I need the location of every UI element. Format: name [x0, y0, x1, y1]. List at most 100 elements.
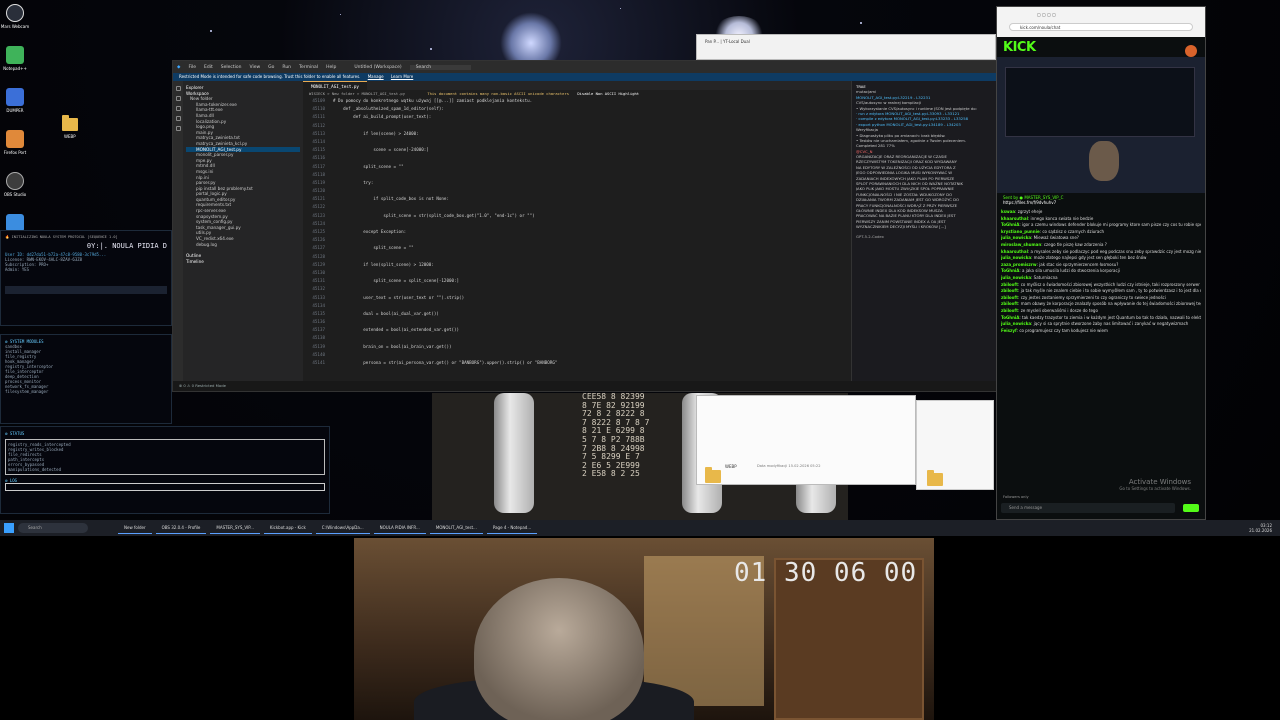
chat-username[interactable]: ToGhniA: [1001, 315, 1019, 320]
address-bar[interactable]: kick.com/noula/chat: [1009, 23, 1193, 31]
browser-tab[interactable]: Pan P... | YT-Local Dual: [705, 39, 750, 44]
taskbar-app-button[interactable]: C:\Windows\AppDa...: [315, 522, 370, 534]
code-line[interactable]: 45125 except Exception:: [303, 228, 851, 236]
menu-run[interactable]: Run: [282, 65, 291, 70]
code-line[interactable]: 45116: [303, 154, 851, 162]
file-tree-item[interactable]: debug.log: [186, 242, 300, 248]
chat-message[interactable]: Feiszyf: co programujesz czy tam kodujes…: [1001, 328, 1201, 333]
chat-message[interactable]: julia_nowicka: Saturniacna: [1001, 275, 1201, 280]
code-line[interactable]: 45120: [303, 187, 851, 195]
run-debug-icon[interactable]: [175, 116, 181, 121]
code-line[interactable]: 45112: [303, 122, 851, 130]
chat-username[interactable]: zbilooft: [1001, 288, 1018, 293]
chat-username[interactable]: khaarsuthal: [1001, 216, 1028, 221]
editor-tab[interactable]: MONOLIT_AGI_test.py: [303, 81, 367, 90]
chat-message[interactable]: zbilooft: czy jestes zostaniemy sprzymie…: [1001, 295, 1201, 300]
code-editor[interactable]: MONOLIT_AGI_test.py WISIECK > New folder…: [303, 81, 851, 381]
terminal-panel-bottom[interactable]: ⚙ STATUS registry_reads_intercepted regi…: [0, 426, 330, 514]
chat-username[interactable]: julia_nowicka: [1001, 275, 1031, 280]
chat-username[interactable]: julia_nowicka: [1001, 321, 1031, 326]
chat-message[interactable]: julia_nowicka: może zlatego najlepsi gdy…: [1001, 255, 1201, 260]
chat-username[interactable]: zbilooft: [1001, 301, 1018, 306]
folder-icon[interactable]: [705, 467, 721, 483]
file-explorer-window[interactable]: WEBP Data modyfikacji 15.02.2026 05:22: [696, 395, 916, 485]
taskbar-app-button[interactable]: Page 4 - Notepad...: [486, 522, 538, 534]
code-line[interactable]: 45124: [303, 220, 851, 228]
manage-link[interactable]: Manage: [368, 74, 384, 79]
chat-username[interactable]: ToGhniA: [1001, 268, 1019, 273]
code-line[interactable]: 45129 if len(split_scene) > 12000:: [303, 261, 851, 269]
chat-username[interactable]: julia_nowicka: [1001, 255, 1031, 260]
chat-message[interactable]: khaarsuthal: innego konca swiata nie bed…: [1001, 216, 1201, 221]
code-line[interactable]: 45118: [303, 171, 851, 179]
chat-username[interactable]: kswaa: [1001, 209, 1015, 214]
windows-start-icon[interactable]: [4, 523, 14, 533]
code-line[interactable]: 45128: [303, 253, 851, 261]
chat-message[interactable]: zbilooft: ze mysleli oberwaliśmi i dosze…: [1001, 308, 1201, 313]
desktop-icon[interactable]: OBS Studio: [2, 172, 28, 210]
taskbar-search[interactable]: Search: [18, 523, 88, 533]
code-line[interactable]: 45123 split_scene = str(split_code_box.g…: [303, 212, 851, 220]
taskbar-app-button[interactable]: MASTER_SYS_VIP...: [210, 522, 260, 534]
code-line[interactable]: 45127 split_scene = "": [303, 244, 851, 252]
chat-username[interactable]: julia_nowicka: [1001, 235, 1031, 240]
code-line[interactable]: 45122: [303, 203, 851, 211]
code-line[interactable]: 45135 dual = bool(ai_dual_var.get()): [303, 310, 851, 318]
secondary-window[interactable]: [916, 400, 994, 490]
background-browser-window[interactable]: Pan P... | YT-Local Dual: [696, 34, 996, 60]
taskbar-app-button[interactable]: Kickbot.app - Kick: [263, 522, 312, 534]
desktop-icon[interactable]: Mars Webcam: [1, 4, 29, 42]
chat-username[interactable]: Feiszyf: [1001, 328, 1017, 333]
terminal-log-bar[interactable]: [5, 483, 325, 491]
menu-terminal[interactable]: Terminal: [299, 65, 318, 70]
extensions-icon[interactable]: [175, 126, 181, 131]
code-line[interactable]: 45132: [303, 285, 851, 293]
chat-username[interactable]: krystiano_punnie: [1001, 229, 1040, 234]
chat-message[interactable]: ToGhniA: tak kaedzy trazystor to ziemia …: [1001, 315, 1201, 320]
search-icon[interactable]: [175, 96, 181, 101]
chat-message[interactable]: ToGhniA: a jaka sila umusila ludzi do st…: [1001, 268, 1201, 273]
breadcrumb-path[interactable]: WISIECK > New folder > MONOLIT_AGI_test.…: [309, 91, 405, 96]
code-line[interactable]: 45109 # Do pomocy do konkretnego wątku uż…: [303, 97, 851, 105]
code-line[interactable]: 45121 if split_code_box is not None:: [303, 195, 851, 203]
chat-message[interactable]: zaza_promiszrw: jak stac sie sprzymierze…: [1001, 262, 1201, 267]
desktop-icon[interactable]: DUMPER: [2, 88, 28, 126]
folder-name[interactable]: WEBP: [725, 464, 737, 469]
browser-tabs[interactable]: ▢ ▢ ▢ ▢: [997, 7, 1205, 21]
code-line[interactable]: 45113 if len(scene) > 24000:: [303, 130, 851, 138]
chat-message[interactable]: ToGhniA: igor a czemu windows defender b…: [1001, 222, 1201, 227]
ai-chat-panel[interactable]: TRAE mutacjami MONOLIT_AGI_test.py:L32219…: [851, 81, 997, 381]
source-control-icon[interactable]: [175, 106, 181, 111]
chat-message[interactable]: julia_nowicka: jący si sa sprytnie stwor…: [1001, 321, 1201, 326]
menu-edit[interactable]: Edit: [204, 65, 213, 70]
chat-username[interactable]: zaza_promiszrw: [1001, 262, 1037, 267]
desktop-icon[interactable]: Notepad++: [2, 46, 28, 84]
taskbar-clock[interactable]: 03:12 21.02.2026: [1249, 523, 1272, 533]
menu-go[interactable]: Go: [268, 65, 274, 70]
menu-file[interactable]: File: [188, 65, 196, 70]
chat-username[interactable]: zbilooft: [1001, 295, 1018, 300]
kick-logo[interactable]: KICK: [1003, 40, 1036, 55]
code-line[interactable]: 45111 def ai_build_prompt(user_text):: [303, 113, 851, 121]
chat-message[interactable]: krystiano_punnie: co sądzisz o czarnych …: [1001, 229, 1201, 234]
code-lines[interactable]: 45109 # Do pomocy do konkretnego wątku uż…: [303, 97, 851, 367]
code-line[interactable]: 45133 user_text = str(user_text or "").s…: [303, 294, 851, 302]
send-button[interactable]: [1183, 504, 1199, 512]
chat-message[interactable]: kswaa: zgrzyt eheje: [1001, 209, 1201, 214]
chat-username[interactable]: khaarsuthal: [1001, 249, 1028, 254]
vscode-titlebar[interactable]: ◆ File Edit Selection View Go Run Termin…: [173, 61, 997, 73]
chat-input[interactable]: Send a message: [1001, 503, 1175, 513]
chat-message[interactable]: zbilooft: co myślisz o świadomości zbior…: [1001, 282, 1201, 287]
folder-icon[interactable]: [927, 470, 943, 486]
code-line[interactable]: 45136: [303, 318, 851, 326]
chat-message[interactable]: julia_nowicka: Mieważ światowa sne?: [1001, 235, 1201, 240]
command-search-input[interactable]: Search: [409, 64, 472, 70]
chat-message[interactable]: zbilooft: mam obawy że korporacje znalaz…: [1001, 301, 1201, 306]
folder-icon[interactable]: [62, 115, 78, 131]
chat-message[interactable]: khaarsuthal: a mysales zeby sie podlaczy…: [1001, 249, 1201, 254]
terminal-panel-top[interactable]: 🔥 INITIALIZING NOULA SYSTEM PROTOCOL [SE…: [0, 230, 172, 326]
code-line[interactable]: 45110 def _absolutheized_spam_1d_editor(…: [303, 105, 851, 113]
pinned-link[interactable]: https://files.fm/f/9dvhuhv7: [1003, 200, 1199, 205]
learn-more-link[interactable]: Learn More: [391, 74, 413, 79]
timeline-section[interactable]: Timeline: [186, 259, 300, 265]
